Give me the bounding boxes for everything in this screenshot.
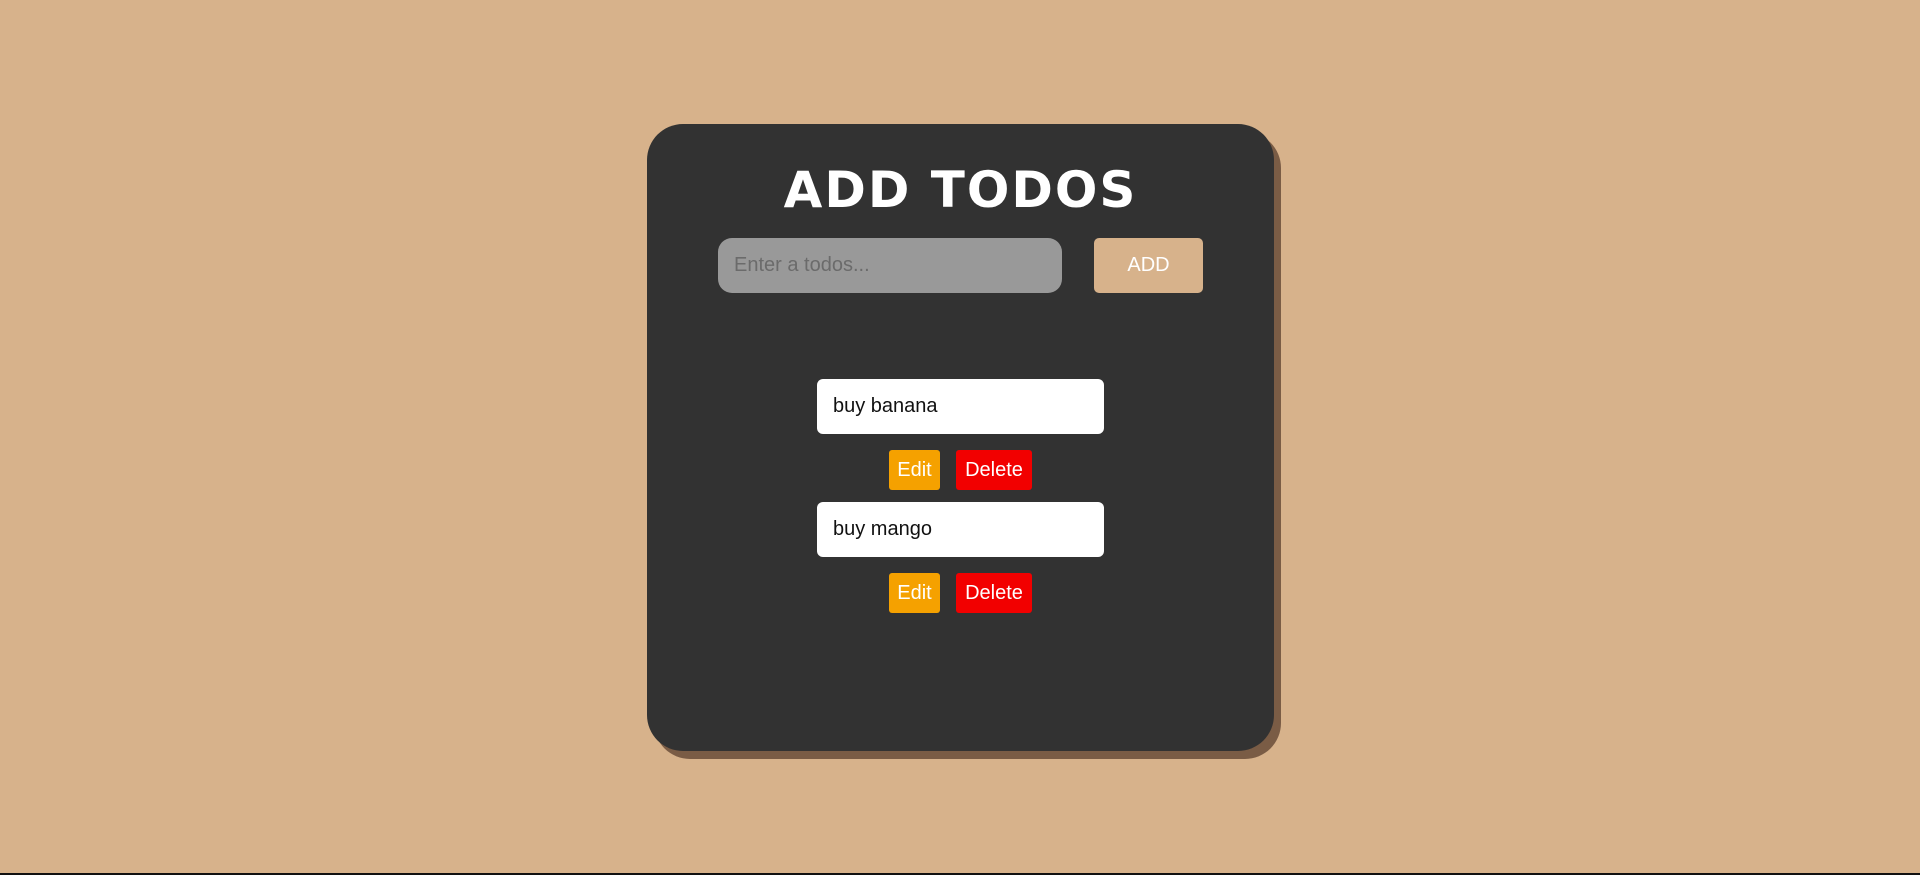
todo-text: buy mango <box>817 502 1104 557</box>
edit-button[interactable]: Edit <box>889 573 940 613</box>
todo-list: buy banana Edit Delete buy mango Edit De… <box>647 379 1274 625</box>
todo-item: buy mango Edit Delete <box>817 502 1104 613</box>
edit-button[interactable]: Edit <box>889 450 940 490</box>
todo-input[interactable] <box>718 238 1062 293</box>
page-title: ADD TODOS <box>783 161 1138 219</box>
todo-card: ADD TODOS ADD buy banana Edit Delete buy… <box>647 124 1274 751</box>
todo-actions: Edit Delete <box>889 450 1032 490</box>
delete-button[interactable]: Delete <box>956 450 1032 490</box>
todo-item: buy banana Edit Delete <box>817 379 1104 490</box>
todo-text: buy banana <box>817 379 1104 434</box>
delete-button[interactable]: Delete <box>956 573 1032 613</box>
todo-actions: Edit Delete <box>889 573 1032 613</box>
add-button[interactable]: ADD <box>1094 238 1203 293</box>
